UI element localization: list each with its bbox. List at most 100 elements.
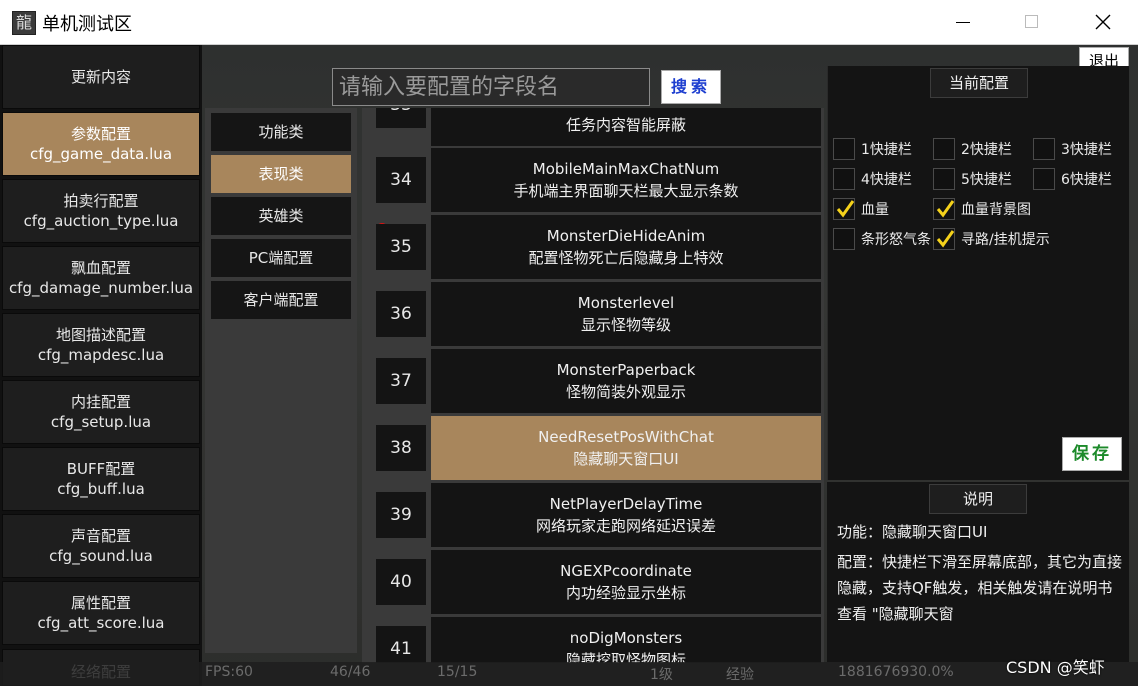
search-button[interactable]: 搜索 (661, 70, 721, 104)
checkbox-label: 3快捷栏 (1061, 142, 1112, 158)
sidebar-item-update[interactable]: 更新内容 (2, 45, 200, 109)
save-button[interactable]: 保存 (1062, 437, 1122, 471)
minimize-icon (956, 22, 970, 23)
watermark: CSDN @笑虾 (1006, 658, 1105, 677)
maximize-icon (1025, 15, 1038, 28)
category-column: 功能类 表现类 英雄类 PC端配置 客户端配置 (205, 108, 357, 653)
category-function[interactable]: 功能类 (211, 113, 351, 151)
checkbox-label: 1快捷栏 (861, 142, 912, 158)
sidebar-item-mapdesc[interactable]: 地图描述配置 cfg_mapdesc.lua (2, 313, 200, 377)
sidebar-item-damage-number[interactable]: 飘血配置 cfg_damage_number.lua (2, 246, 200, 310)
checkbox-box (1033, 138, 1055, 160)
sidebar-item-label: BUFF配置 (66, 459, 136, 478)
field-name: NetPlayerDelayTime (549, 495, 703, 513)
sidebar-item-att-score[interactable]: 属性配置 cfg_att_score.lua (2, 581, 200, 645)
field-row[interactable]: MonsterPaperback 怪物简装外观显示 (431, 349, 821, 413)
checkbox-hotbar-2[interactable]: 2快捷栏 (933, 138, 1033, 162)
checkbox-box (1033, 168, 1055, 190)
field-search-input[interactable] (332, 68, 650, 106)
title-bar: 龍 单机测试区 (0, 0, 1138, 45)
level-label: 1级 (650, 667, 673, 683)
category-hero[interactable]: 英雄类 (211, 197, 351, 235)
checkbox-box (933, 198, 955, 220)
field-description: 显示怪物等级 (580, 316, 671, 334)
exp-percent: 1881676930.0% (838, 664, 954, 680)
count-readout: 46/46 (330, 664, 371, 680)
field-name: MobileMainMaxChatNum (532, 160, 720, 178)
current-config-title: 当前配置 (930, 68, 1028, 98)
checkbox-hotbar-3[interactable]: 3快捷栏 (1033, 138, 1133, 162)
close-button[interactable] (1080, 0, 1126, 45)
field-number: 39 (376, 492, 426, 538)
count-readout: 15/15 (437, 664, 478, 680)
checkbox-label: 寻路/挂机提示 (961, 232, 1050, 248)
field-row[interactable]: NGEXPcoordinate 内功经验显示坐标 (431, 550, 821, 614)
sidebar-item-file: cfg_auction_type.lua (23, 211, 179, 230)
field-row[interactable]: 任务内容智能屏蔽 (431, 108, 821, 146)
field-list: 33 任务内容智能屏蔽 34 MobileMainMaxChatNum 手机端主… (362, 108, 824, 663)
description-config: 配置：快捷栏下滑至屏幕底部，其它为直接隐藏，支持QF触发，相关触发请在说明书查看… (837, 553, 1123, 623)
checkbox-box (833, 138, 855, 160)
close-icon (1095, 14, 1111, 30)
sidebar-item-label: 属性配置 (70, 593, 131, 612)
sidebar-item-label: 参数配置 (70, 124, 131, 143)
maximize-button[interactable] (1008, 0, 1054, 45)
field-row[interactable]: MobileMainMaxChatNum 手机端主界面聊天栏最大显示条数 (431, 148, 821, 212)
checkbox-hp[interactable]: 血量 (833, 198, 933, 222)
checkbox-hp-background[interactable]: 血量背景图 (933, 198, 1033, 222)
sidebar-item-auction[interactable]: 拍卖行配置 cfg_auction_type.lua (2, 179, 200, 243)
config-file-sidebar: 更新内容 参数配置 cfg_game_data.lua 拍卖行配置 cfg_au… (0, 45, 202, 686)
checkbox-label: 血量 (861, 202, 889, 218)
sidebar-item-label: 内挂配置 (70, 392, 131, 411)
field-number: 36 (376, 291, 426, 337)
field-number: 38 (376, 425, 426, 471)
field-description: 隐藏挖取怪物图标 (565, 651, 686, 663)
category-client[interactable]: 客户端配置 (211, 281, 351, 319)
field-number: 33 (376, 108, 426, 128)
checkbox-label: 6快捷栏 (1061, 172, 1112, 188)
description-title: 说明 (929, 484, 1027, 514)
sidebar-item-game-data[interactable]: 参数配置 cfg_game_data.lua (2, 112, 200, 176)
checkbox-label: 5快捷栏 (961, 172, 1012, 188)
sidebar-item-file: cfg_damage_number.lua (8, 278, 194, 297)
sidebar-item-sound[interactable]: 声音配置 cfg_sound.lua (2, 514, 200, 578)
field-name: MonsterPaperback (556, 361, 696, 379)
category-display[interactable]: 表现类 (211, 155, 351, 193)
checkbox-rage-bar[interactable]: 条形怒气条 (833, 228, 933, 252)
field-row[interactable]: noDigMonsters 隐藏挖取怪物图标 (431, 617, 821, 663)
field-name: Monsterlevel (577, 294, 675, 312)
checkbox-pathfind-hint[interactable]: 寻路/挂机提示 (933, 228, 1050, 252)
field-row[interactable]: Monsterlevel 显示怪物等级 (431, 282, 821, 346)
sidebar-item-file: cfg_att_score.lua (37, 613, 165, 632)
sidebar-item-buff[interactable]: BUFF配置 cfg_buff.lua (2, 447, 200, 511)
field-row[interactable]: NetPlayerDelayTime 网络玩家走跑网络延迟误差 (431, 483, 821, 547)
field-name: NGEXPcoordinate (560, 562, 692, 580)
sidebar-item-label: 声音配置 (70, 526, 131, 545)
field-description: 配置怪物死亡后隐藏身上特效 (528, 249, 724, 267)
window-title: 单机测试区 (42, 14, 132, 35)
checkmark-icon (936, 230, 955, 248)
sidebar-item-file: cfg_mapdesc.lua (37, 345, 165, 364)
category-pc[interactable]: PC端配置 (211, 239, 351, 277)
field-row[interactable]: MonsterDieHideAnim 配置怪物死亡后隐藏身上特效 (431, 215, 821, 279)
checkbox-label: 条形怒气条 (861, 232, 931, 248)
checkbox-box (833, 198, 855, 220)
field-name: NeedResetPosWithChat (538, 428, 714, 446)
checkmark-icon (836, 200, 855, 218)
exp-label: 经验 (726, 667, 754, 683)
checkbox-box (933, 228, 955, 250)
field-row-selected[interactable]: NeedResetPosWithChat 隐藏聊天窗口UI (431, 416, 821, 480)
status-bar: FPS:60 46/46 15/15 1级 经验 1881676930.0% (0, 662, 1138, 686)
checkbox-hotbar-5[interactable]: 5快捷栏 (933, 168, 1033, 192)
checkbox-hotbar-6[interactable]: 6快捷栏 (1033, 168, 1133, 192)
sidebar-item-file: cfg_buff.lua (57, 479, 145, 498)
checkbox-hotbar-1[interactable]: 1快捷栏 (833, 138, 933, 162)
checkbox-box (933, 168, 955, 190)
checkbox-hotbar-4[interactable]: 4快捷栏 (833, 168, 933, 192)
minimize-button[interactable] (940, 0, 986, 45)
field-number: 35 (376, 224, 426, 270)
sidebar-item-setup[interactable]: 内挂配置 cfg_setup.lua (2, 380, 200, 444)
description-panel: 说明 功能：隐藏聊天窗口UI 配置：快捷栏下滑至屏幕底部，其它为直接隐藏，支持Q… (827, 482, 1129, 662)
field-number: 37 (376, 358, 426, 404)
app-icon: 龍 (12, 11, 36, 35)
